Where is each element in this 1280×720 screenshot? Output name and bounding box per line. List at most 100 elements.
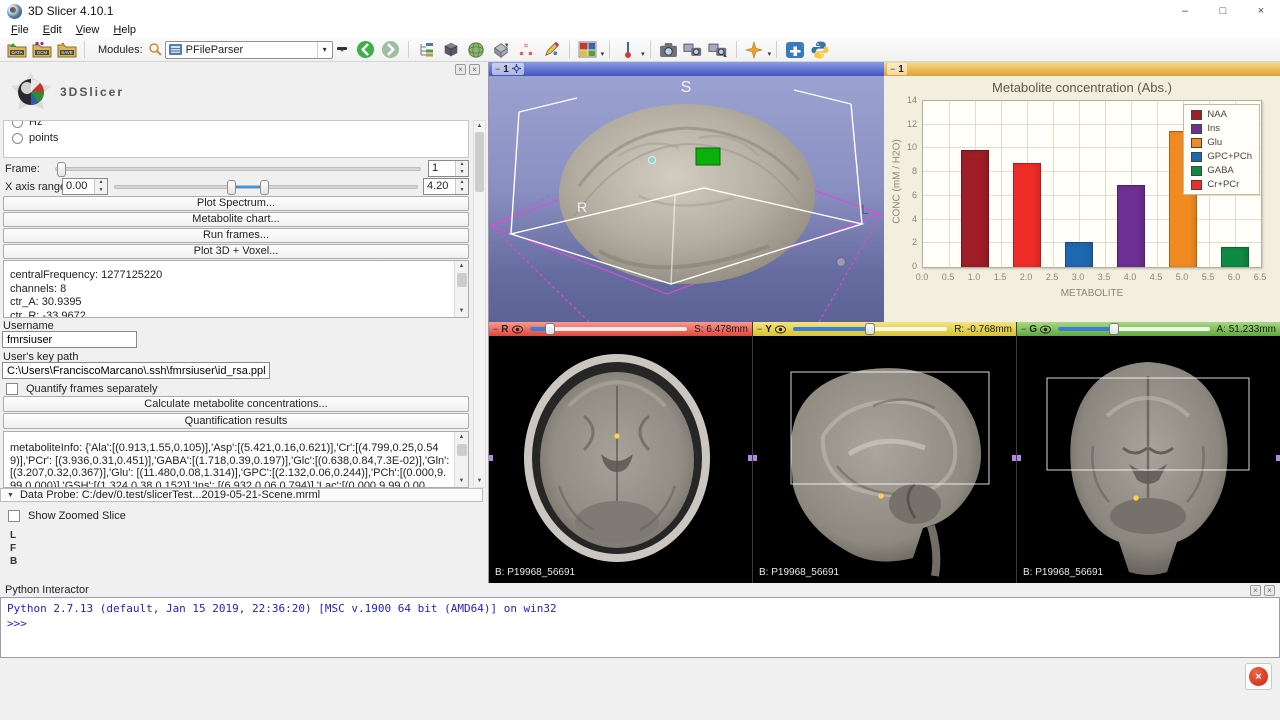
threed-gear-icon[interactable] [512,64,521,75]
red-slice-slider[interactable] [530,327,688,331]
voxel-marker[interactable] [696,148,720,165]
yellow-slice-canvas[interactable]: B: P19968_56691 [753,336,1016,583]
header-info-textbox[interactable]: centralFrequency: 1277125220 channels: 8… [3,260,469,318]
plot-3d-voxel-button[interactable]: Plot 3D + Voxel... [3,244,469,259]
green-slice-canvas[interactable]: B: P19968_56691 [1017,336,1280,583]
module-selector[interactable]: PFileParser ▾ [165,41,333,59]
panel-scroll-up-icon[interactable]: ▲ [477,121,483,132]
frame-spinbox[interactable]: 1 ▲▼ [428,160,469,177]
xaxis-max-up-icon[interactable]: ▲ [456,179,468,187]
info-scrollbar[interactable]: ▲ ▼ [454,261,468,317]
annotation-pen-icon[interactable] [539,39,564,61]
yellow-visibility-eye-icon[interactable] [775,325,786,334]
red-slider-handle[interactable] [545,323,555,335]
dicom-icon[interactable]: DCM [29,39,54,61]
radio-hz[interactable]: Hz [4,120,468,130]
metabolite-scroll-down-icon[interactable]: ▼ [459,476,465,487]
metabolite-scrollbar[interactable]: ▲ ▼ [454,432,468,487]
xaxis-max-spinbox[interactable]: 4.20 ▲▼ [423,178,469,195]
red-visibility-eye-icon[interactable] [512,325,523,334]
layout-selector-icon[interactable] [575,39,600,61]
fiducial-point[interactable] [649,157,656,164]
save-icon[interactable]: SAVE [54,39,79,61]
markups-icon[interactable] [514,39,539,61]
back-button[interactable] [353,39,378,61]
chart-canvas[interactable]: Metabolite concentration (Abs.) NAAInsGl… [884,76,1280,322]
radio-hz-circle[interactable] [12,120,23,128]
roi-handle[interactable] [837,258,846,267]
close-button[interactable]: × [1242,0,1280,22]
python-undock-icon[interactable]: × [1250,585,1261,596]
python-close-icon[interactable]: × [1264,585,1275,596]
red-slice-canvas[interactable]: B: P19968_56691 [489,336,752,583]
metabolite-chart-button[interactable]: Metabolite chart... [3,212,469,227]
crosshair-icon[interactable] [742,39,767,61]
metabolite-info-textbox[interactable]: metaboliteInfo: {'Ala':[(0.913,1.55,0.10… [3,431,469,488]
green-fiducial-marker[interactable] [1133,495,1138,500]
show-zoomed-slice-checkbox[interactable] [8,510,20,522]
run-frames-button[interactable]: Run frames... [3,228,469,243]
threed-view-header[interactable]: − 1 [489,62,884,76]
plot-spectrum-button[interactable]: Plot Spectrum... [3,196,469,211]
forward-button[interactable] [378,39,403,61]
green-pin-icon[interactable]: − [1021,324,1026,334]
radio-points[interactable]: points [4,130,468,146]
module-search-icon[interactable] [147,39,165,61]
yellow-edge-marker-right[interactable] [1012,455,1016,461]
frame-slider[interactable] [55,167,421,171]
screenshot-icon[interactable] [656,39,681,61]
python-console[interactable]: Python 2.7.13 (default, Jan 15 2019, 22:… [0,597,1280,658]
panel-close-icon[interactable]: × [469,64,480,75]
menu-file[interactable]: File [4,23,36,37]
yellow-fiducial-marker[interactable] [878,493,883,498]
green-slice-slider[interactable] [1058,327,1209,331]
yellow-slider-handle[interactable] [865,323,875,335]
xaxis-max-down-icon[interactable]: ▼ [456,187,468,195]
frame-spin-down-icon[interactable]: ▼ [456,169,468,177]
green-slice-header[interactable]: − G A: 51.233mm [1017,322,1280,336]
xaxis-min-up-icon[interactable]: ▲ [95,179,107,187]
chart-pin-icon[interactable]: − [890,64,895,74]
frame-slider-handle[interactable] [57,162,66,177]
username-input[interactable] [2,331,137,348]
xaxis-range-handle-max[interactable] [260,180,269,195]
xaxis-range-handle-min[interactable] [227,180,236,195]
xaxis-range-slider[interactable] [114,185,418,189]
error-log-button[interactable]: × [1245,663,1272,690]
restore-button[interactable]: □ [1204,0,1242,22]
red-edge-marker-right[interactable] [748,455,752,461]
yellow-edge-marker-left[interactable] [753,455,757,461]
segment-editor-icon[interactable] [489,39,514,61]
frame-spin-up-icon[interactable]: ▲ [456,161,468,169]
yellow-slice-header[interactable]: − Y R: -0.768mm [753,322,1016,336]
python-console-icon[interactable] [807,39,832,61]
module-history-icon[interactable] [333,39,353,61]
quantify-checkbox[interactable] [6,383,18,395]
panel-scroll-down-icon[interactable]: ▼ [477,476,483,487]
module-panel-scrollbar[interactable]: ▲ ▼ [473,120,486,488]
info-scroll-up-icon[interactable]: ▲ [459,261,465,272]
data-probe-collapse-button[interactable]: ▼ Data Probe: C:/dev/0.test/slicerTest..… [0,488,483,502]
extensions-manager-icon[interactable] [782,39,807,61]
menu-help[interactable]: Help [106,23,143,37]
menu-edit[interactable]: Edit [36,23,69,37]
load-data-icon[interactable]: DATA [4,39,29,61]
volume-module-icon[interactable] [439,39,464,61]
xaxis-min-spinbox[interactable]: 0.00 ▲▼ [62,178,108,195]
menu-view[interactable]: View [69,23,107,37]
panel-undock-icon[interactable]: × [455,64,466,75]
threed-pin-icon[interactable]: − [495,64,500,74]
mouse-mode-icon[interactable] [615,39,640,61]
layout-caret-icon[interactable]: ▾ [601,50,605,61]
green-edge-marker-right[interactable] [1276,455,1280,461]
crosshair-caret-icon[interactable]: ▾ [768,50,772,61]
red-edge-marker-left[interactable] [489,455,493,461]
metabolite-scroll-up-icon[interactable]: ▲ [459,432,465,443]
module-hierarchy-icon[interactable] [414,39,439,61]
scene-view-capture-icon[interactable] [681,39,706,61]
minimize-button[interactable]: – [1166,0,1204,22]
yellow-slice-slider[interactable] [793,327,947,331]
combo-arrow-icon[interactable]: ▾ [317,42,332,58]
green-visibility-eye-icon[interactable] [1040,325,1051,334]
yellow-pin-icon[interactable]: − [757,324,762,334]
